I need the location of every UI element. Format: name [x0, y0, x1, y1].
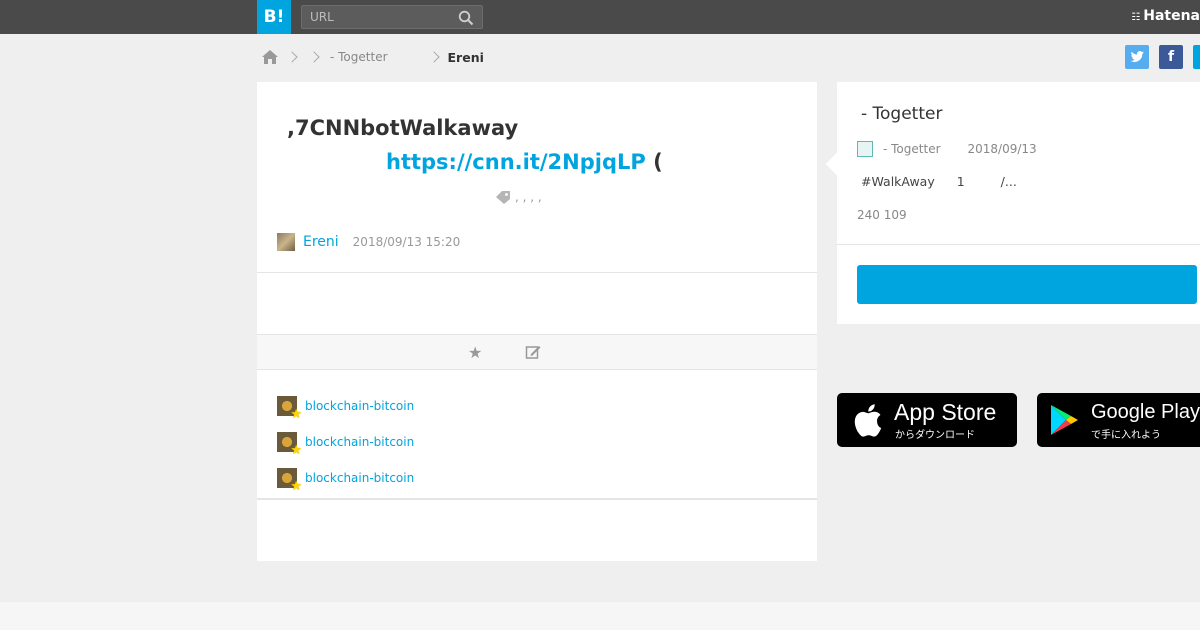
entry-timestamp: 2018/09/13 15:20 [352, 235, 461, 249]
panel-date: 2018/09/13 [967, 142, 1037, 156]
panel-meta: - Togetter 2018/09/13 [857, 141, 1037, 157]
twitter-icon [1130, 51, 1144, 62]
google-play-sublabel: で手に入れよう [1091, 430, 1161, 441]
avatar[interactable]: ★ [277, 432, 302, 458]
facebook-icon: f [1167, 49, 1175, 65]
app-store-badge[interactable]: App Store からダウンロード [837, 393, 1017, 447]
site-favicon-icon [857, 141, 873, 157]
star-icon[interactable]: ★ [468, 343, 482, 362]
entry-link[interactable]: https://cnn.it/2NpjqLP [386, 150, 646, 174]
home-icon[interactable] [261, 49, 279, 65]
entry-author: Ereni 2018/09/13 15:20 [277, 233, 460, 251]
divider [257, 272, 817, 273]
star-user-link[interactable]: blockchain-bitcoin [305, 471, 414, 485]
google-play-label: Google Play [1091, 401, 1200, 423]
star-user-link[interactable]: blockchain-bitcoin [305, 399, 414, 413]
description-number: 1 [956, 174, 965, 189]
entry-card: ,7CNNbotWalkaway https://cnn.it/2NpjqLP … [257, 82, 817, 561]
hatena-mark-icon: ☷ [1131, 12, 1141, 23]
entry-title-line2: https://cnn.it/2NpjqLP ( [386, 150, 663, 174]
chevron-right-icon [427, 51, 440, 63]
star-user-link[interactable]: blockchain-bitcoin [305, 435, 414, 449]
star-list: ★ blockchain-bitcoin ★ blockchain-bitcoi… [277, 388, 414, 496]
panel-counts: 240 109 [857, 208, 907, 222]
hatena-bookmark-logo[interactable]: B! [257, 0, 291, 34]
app-store-label: App Store [894, 399, 997, 425]
facebook-share-button[interactable]: f [1159, 45, 1183, 69]
list-item: ★ blockchain-bitcoin [277, 424, 414, 460]
google-play-icon [1051, 405, 1078, 435]
star-icon: ★ [290, 479, 302, 494]
divider [257, 498, 817, 500]
hatena-share-button[interactable]: B [1193, 45, 1200, 69]
tag-list[interactable]: , , , , [515, 190, 542, 204]
description-more: /... [1000, 174, 1017, 189]
breadcrumb-item[interactable]: - Togetter [330, 50, 388, 64]
footer [0, 602, 1200, 630]
twitter-share-button[interactable] [1125, 45, 1149, 69]
chevron-right-icon [286, 51, 298, 63]
google-play-badge[interactable]: Google Play で手に入れよう [1037, 393, 1200, 447]
breadcrumb-current: Ereni [447, 49, 484, 65]
breadcrumb: - Togetter Ereni [261, 46, 484, 68]
panel-description: #WalkAway 1 /... [861, 174, 1017, 189]
avatar[interactable] [277, 233, 295, 251]
list-item: ★ blockchain-bitcoin [277, 460, 414, 496]
panel-site[interactable]: - Togetter [883, 142, 941, 156]
search-box[interactable] [301, 5, 483, 29]
entry-tags: , , , , [495, 190, 542, 204]
app-store-sublabel: からダウンロード [895, 430, 975, 441]
divider [837, 244, 1200, 245]
panel-action-button[interactable] [857, 265, 1197, 304]
top-bar: B! ☷Hatena [0, 0, 1200, 34]
description-hashtag: #WalkAway [861, 174, 935, 189]
avatar[interactable]: ★ [277, 468, 302, 494]
hatena-brand-link[interactable]: ☷ Hatena [1131, 8, 1200, 24]
panel-title[interactable]: - Togetter [861, 104, 942, 124]
search-input[interactable] [310, 9, 450, 25]
edit-icon[interactable] [525, 344, 541, 360]
hatena-brand-text: Hatena [1143, 8, 1200, 24]
entry-title-suffix: ( [653, 150, 663, 174]
list-item: ★ blockchain-bitcoin [277, 388, 414, 424]
tag-icon [496, 191, 510, 204]
source-entry-panel: - Togetter - Togetter 2018/09/13 #WalkAw… [825, 82, 1200, 324]
star-icon: ★ [290, 407, 302, 422]
star-icon: ★ [290, 443, 302, 458]
apple-icon [854, 404, 882, 437]
author-name[interactable]: Ereni [303, 234, 339, 250]
entry-title: ,7CNNbotWalkaway [287, 116, 519, 140]
panel-pointer [825, 152, 849, 176]
avatar[interactable]: ★ [277, 396, 302, 422]
share-buttons: f B [1125, 45, 1200, 69]
action-bar: ★ [257, 334, 817, 370]
search-icon[interactable] [458, 10, 474, 26]
chevron-right-icon [308, 51, 320, 63]
